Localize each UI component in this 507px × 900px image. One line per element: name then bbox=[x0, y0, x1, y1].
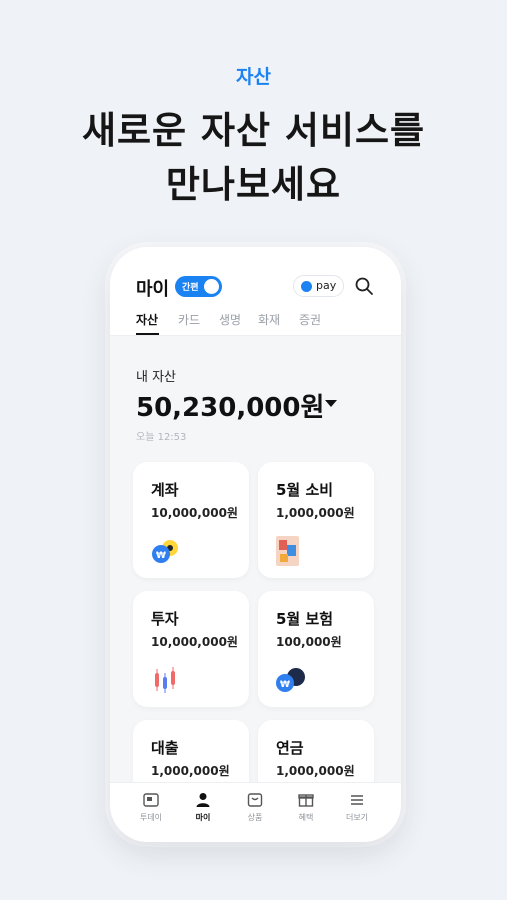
pay-button[interactable]: pay bbox=[293, 275, 344, 297]
card-title: 계좌 bbox=[151, 481, 179, 499]
promo-headline: 새로운 자산 서비스를 만나보세요 bbox=[0, 104, 507, 212]
card-title: 연금 bbox=[276, 739, 304, 757]
card-icon bbox=[276, 536, 299, 566]
search-icon[interactable] bbox=[354, 276, 374, 296]
app-header: 마이 간편 pay 자산 카드 생명 화재 증권 bbox=[110, 247, 401, 335]
card-account[interactable]: 계좌 10,000,000원 ₩ bbox=[133, 462, 249, 578]
product-icon bbox=[247, 793, 263, 807]
card-value: 100,000원 bbox=[276, 635, 342, 649]
promo-eyebrow: 자산 bbox=[236, 66, 271, 88]
nav-more[interactable]: 더보기 bbox=[332, 791, 382, 823]
asset-amount[interactable]: 50,230,000원 bbox=[136, 387, 324, 424]
card-insurance[interactable]: 5월 보험 100,000원 ₩ bbox=[258, 591, 374, 707]
card-spending[interactable]: 5월 소비 1,000,000원 bbox=[258, 462, 374, 578]
asset-label: 내 자산 bbox=[136, 370, 177, 385]
bottom-nav: 투데이 마이 상품 혜택 더보기 bbox=[110, 782, 401, 842]
toggle-knob bbox=[204, 279, 219, 294]
nav-label: 더보기 bbox=[345, 813, 369, 822]
card-title: 5월 소비 bbox=[276, 481, 334, 499]
caret-down-icon[interactable] bbox=[325, 400, 337, 407]
phone-mockup: 마이 간편 pay 자산 카드 생명 화재 증권 내 자산 50,230,000… bbox=[110, 247, 401, 842]
nav-label: 투데이 bbox=[139, 813, 163, 822]
nav-label: 상품 bbox=[247, 813, 263, 822]
card-value: 1,000,000원 bbox=[151, 764, 230, 778]
nav-my[interactable]: 마이 bbox=[178, 791, 228, 823]
card-value: 1,000,000원 bbox=[276, 506, 355, 520]
headline-line-2: 만나보세요 bbox=[165, 163, 342, 206]
app-screen: 마이 간편 pay 자산 카드 생명 화재 증권 내 자산 50,230,000… bbox=[110, 247, 401, 842]
menu-icon bbox=[351, 795, 363, 805]
header-divider bbox=[110, 335, 401, 336]
tab-assets[interactable]: 자산 bbox=[136, 311, 158, 328]
nav-benefits[interactable]: 혜택 bbox=[281, 791, 331, 823]
tab-life[interactable]: 생명 bbox=[219, 311, 241, 328]
insurance-icon: ₩ bbox=[276, 668, 305, 692]
card-value: 10,000,000원 bbox=[151, 635, 238, 649]
card-investment[interactable]: 투자 10,000,000원 bbox=[133, 591, 249, 707]
card-title: 투자 bbox=[151, 610, 179, 628]
nav-products[interactable]: 상품 bbox=[230, 791, 280, 823]
card-value: 10,000,000원 bbox=[151, 506, 238, 520]
tab-fire[interactable]: 화재 bbox=[258, 311, 280, 328]
svg-text:₩: ₩ bbox=[280, 680, 290, 690]
tab-card[interactable]: 카드 bbox=[178, 311, 200, 328]
card-title: 5월 보험 bbox=[276, 610, 334, 628]
nav-label: 마이 bbox=[195, 813, 211, 822]
today-icon bbox=[143, 793, 159, 807]
asset-updated-time: 오늘 12:53 bbox=[136, 432, 187, 443]
headline-line-1: 새로운 자산 서비스를 bbox=[81, 109, 426, 152]
nav-label: 혜택 bbox=[298, 813, 314, 822]
bank-coin-icon: ₩ bbox=[152, 540, 178, 563]
card-value: 1,000,000원 bbox=[276, 764, 355, 778]
pay-label: pay bbox=[316, 279, 337, 292]
gift-icon bbox=[298, 794, 314, 807]
candlestick-icon bbox=[155, 667, 175, 693]
toggle-label: 간편 bbox=[182, 283, 199, 293]
simple-mode-toggle[interactable]: 간편 bbox=[175, 276, 222, 297]
page-title: 마이 bbox=[136, 279, 170, 300]
person-icon bbox=[196, 793, 210, 807]
tab-securities[interactable]: 증권 bbox=[299, 311, 321, 328]
svg-text:₩: ₩ bbox=[156, 551, 166, 561]
card-title: 대출 bbox=[151, 739, 179, 757]
nav-today[interactable]: 투데이 bbox=[126, 791, 176, 823]
pay-logo-icon bbox=[301, 281, 312, 292]
